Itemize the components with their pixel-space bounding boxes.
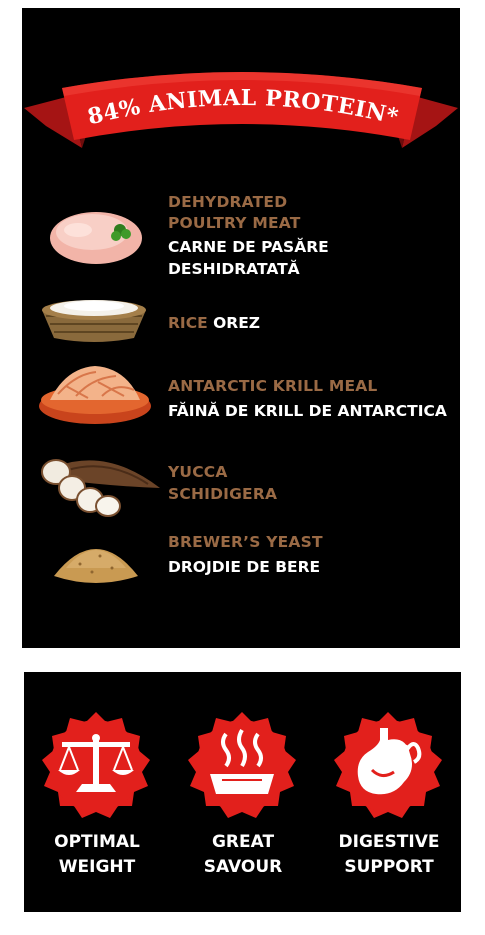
ingredient-en: RICE: [168, 314, 208, 332]
ingredient-poultry: DEHYDRATED POULTRY MEAT CARNE DE PASĂRE …: [22, 188, 460, 278]
bowl-aroma-icon: [188, 712, 296, 818]
ingredient-ro: FĂINĂ DE KRILL DE ANTARCTICA: [168, 402, 447, 420]
ingredient-en-line1: DEHYDRATED: [168, 193, 288, 211]
benefits-panel: OPTIMAL WEIGHT GREAT SAVOUR DIGESTIVE SU…: [24, 672, 461, 912]
benefit-label-line2: WEIGHT: [58, 857, 136, 877]
benefit-label-line1: OPTIMAL: [54, 832, 140, 852]
benefit-label-line2: SUPPORT: [344, 857, 434, 877]
scale-icon: [42, 712, 150, 818]
protein-ribbon-banner: 84% ANIMAL PROTEIN*: [24, 72, 458, 148]
ingredient-yeast: BREWER’S YEAST DROJDIE DE BERE: [22, 524, 460, 594]
benefit-label: GREAT SAVOUR: [170, 830, 316, 880]
rice-basket-icon: [42, 300, 146, 342]
yucca-root-icon: [41, 459, 160, 517]
ingredient-en-line2: SCHIDIGERA: [168, 485, 278, 503]
yeast-powder-icon: [54, 549, 138, 583]
benefit-digestive-support: DIGESTIVE SUPPORT: [316, 672, 462, 912]
ingredients-panel: 84% ANIMAL PROTEIN* DEHYDRATED POULTRY M…: [22, 8, 460, 648]
benefit-label: DIGESTIVE SUPPORT: [316, 830, 462, 880]
stomach-icon: [334, 712, 442, 818]
benefit-label-line2: SAVOUR: [203, 857, 283, 877]
benefit-optimal-weight: OPTIMAL WEIGHT: [24, 672, 170, 912]
benefit-great-savour: GREAT SAVOUR: [170, 672, 316, 912]
ingredient-rice-label: RICE OREZ: [168, 314, 260, 332]
ingredient-en: ANTARCTIC KRILL MEAL: [168, 377, 378, 395]
ingredient-ro-line2: DESHIDRATATĂ: [168, 260, 300, 278]
ingredient-ro: DROJDIE DE BERE: [168, 558, 321, 576]
krill-bowl-icon: [39, 366, 151, 424]
ingredient-en-line2: POULTRY MEAT: [168, 214, 301, 232]
benefit-label-line1: DIGESTIVE: [338, 832, 440, 852]
ingredient-ro-line1: CARNE DE PASĂRE: [168, 238, 329, 256]
benefit-label-line1: GREAT: [211, 832, 275, 852]
ingredient-krill: ANTARCTIC KRILL MEAL FĂINĂ DE KRILL DE A…: [22, 358, 460, 433]
poultry-meat-icon: [50, 212, 142, 264]
benefit-label: OPTIMAL WEIGHT: [24, 830, 170, 880]
ingredient-yucca: YUCCA SCHIDIGERA: [22, 448, 460, 523]
ingredient-en: BREWER’S YEAST: [168, 533, 323, 551]
ingredient-ro: OREZ: [213, 314, 261, 332]
ingredient-rice: RICE OREZ: [22, 290, 460, 350]
ingredient-en-line1: YUCCA: [168, 463, 228, 481]
